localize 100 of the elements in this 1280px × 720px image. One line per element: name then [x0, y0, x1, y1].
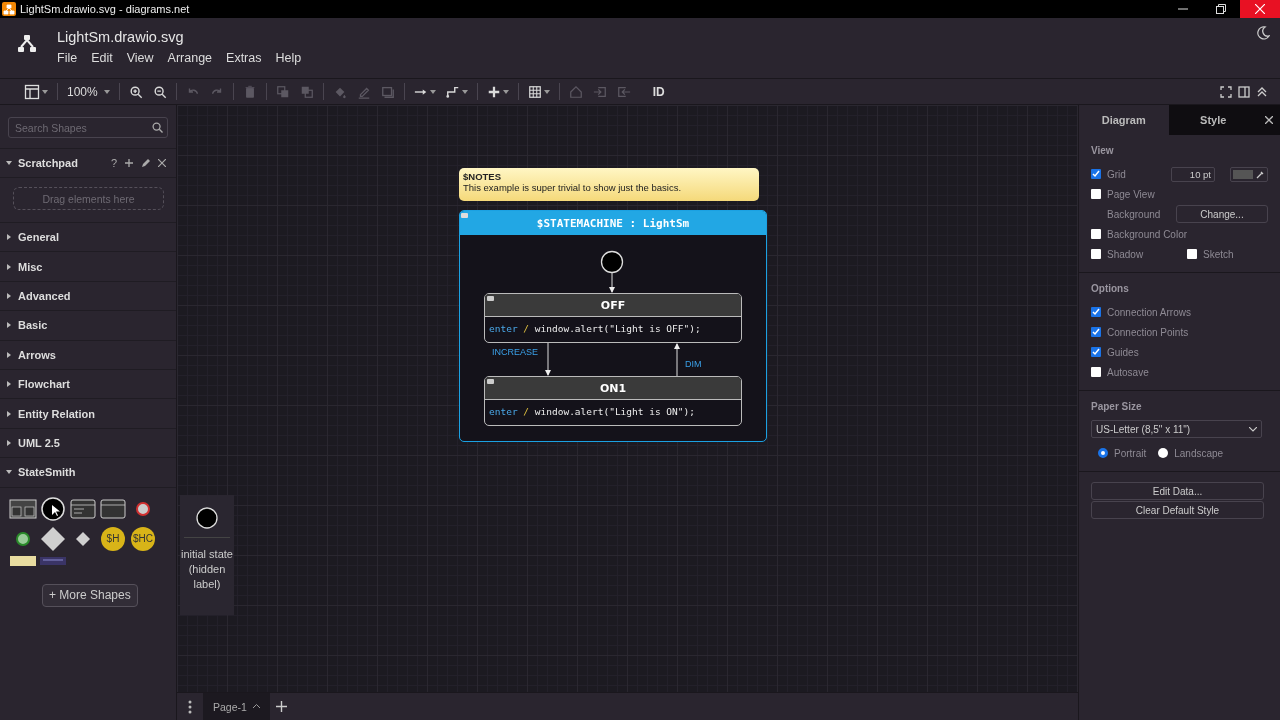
note-title: $NOTES [463, 171, 502, 182]
table-icon[interactable] [527, 84, 542, 99]
zoom-out-icon[interactable] [152, 84, 167, 99]
checkbox[interactable] [1091, 307, 1101, 317]
palette-category[interactable]: General [0, 223, 176, 253]
caret-icon[interactable] [42, 89, 48, 94]
palette-category[interactable]: Arrows [0, 340, 176, 370]
id-label[interactable]: ID [652, 84, 665, 99]
add-page-icon[interactable] [275, 701, 287, 712]
checkbox[interactable] [1091, 367, 1101, 377]
close-icon[interactable] [1265, 116, 1273, 124]
diamond-icon[interactable] [75, 530, 91, 547]
palette-category[interactable]: UML 2.5 [0, 428, 176, 459]
checkbox[interactable] [1091, 249, 1101, 259]
close-button[interactable] [1240, 0, 1280, 18]
moon-icon[interactable] [1256, 26, 1270, 40]
checkbox-label: Sketch [1203, 248, 1234, 260]
zoom-in-icon[interactable] [128, 84, 143, 99]
state-shape-icon[interactable] [9, 498, 37, 519]
checkbox-label: Autosave [1107, 366, 1149, 378]
format-panel-icon[interactable] [1238, 85, 1250, 98]
checkbox[interactable] [1091, 189, 1101, 199]
paper-size-select[interactable]: US-Letter (8,5" x 11") [1091, 420, 1262, 438]
checkbox[interactable] [1091, 229, 1101, 239]
menu-item[interactable]: Arrange [167, 51, 221, 65]
checkbox-label: Grid [1107, 168, 1126, 180]
checkbox-label: Guides [1107, 346, 1139, 358]
state-machine-title: $STATEMACHINE : LightSm [536, 216, 690, 230]
transition-arrow [609, 272, 615, 293]
grid-color-picker[interactable] [1230, 166, 1268, 182]
change-button[interactable]: Change... [1176, 205, 1268, 223]
more-vertical-icon[interactable] [188, 699, 192, 714]
plus-icon[interactable] [486, 84, 501, 99]
close-icon[interactable] [158, 159, 166, 167]
toolbar-dropdown-button[interactable] [527, 84, 550, 99]
state-icon[interactable] [100, 498, 126, 519]
scratchpad-header[interactable]: Scratchpad [0, 148, 84, 178]
panel-tab[interactable]: Style [1168, 105, 1258, 135]
palette-category[interactable]: Flowchart [0, 369, 176, 400]
code-state-icon[interactable] [70, 498, 96, 519]
palette-category[interactable]: Entity Relation [0, 399, 176, 429]
menu-item[interactable]: File [57, 51, 86, 65]
plus-icon[interactable] [125, 159, 133, 167]
history-shape[interactable]: $HC [131, 526, 155, 551]
eyedropper-icon[interactable] [1256, 169, 1265, 179]
app-logo-icon [18, 35, 36, 53]
caret-icon[interactable] [252, 704, 260, 709]
restore-icon[interactable] [1216, 4, 1226, 14]
zoom-dropdown[interactable]: 100% [67, 84, 110, 99]
palette-category[interactable]: StateSmith [0, 458, 176, 488]
caret-icon[interactable] [103, 89, 110, 94]
entry-point-icon[interactable] [15, 530, 31, 547]
more-shapes-button[interactable]: + More Shapes [42, 583, 138, 607]
checkbox[interactable] [1091, 169, 1101, 179]
pencil-icon[interactable] [141, 158, 150, 168]
page-tab[interactable]: Page-1 [203, 692, 270, 720]
search-field[interactable]: Search Shapes [8, 117, 168, 138]
checkbox[interactable] [1091, 327, 1101, 337]
caret-icon[interactable] [461, 89, 468, 94]
panel-button[interactable]: Edit Data... [1091, 482, 1264, 500]
radio-button[interactable] [1098, 448, 1108, 458]
field-label: Background [1107, 208, 1161, 220]
section-title: Paper Size [1091, 401, 1143, 412]
caret-icon[interactable] [502, 89, 509, 94]
transition-label: DIM [685, 359, 702, 369]
caret-icon[interactable] [543, 89, 550, 94]
grid-size-field[interactable]: 10 pt [1171, 166, 1215, 182]
state-name: OFF [600, 298, 626, 312]
fullscreen-icon[interactable] [1220, 85, 1232, 98]
search-icon[interactable] [152, 122, 163, 133]
palette-category[interactable]: Basic [0, 311, 176, 341]
menu-item[interactable]: Help [275, 51, 310, 65]
checkbox[interactable] [1091, 347, 1101, 357]
file-name[interactable]: LightSm.drawio.svg [57, 29, 1256, 45]
menu-item[interactable]: Extras [226, 51, 270, 65]
waypoint-icon[interactable] [445, 84, 460, 99]
chevron-down-icon[interactable] [1249, 426, 1257, 432]
palette-category[interactable]: Advanced [0, 281, 176, 312]
note-shape-icon[interactable] [10, 555, 36, 566]
menu-item[interactable]: View [126, 51, 162, 65]
palette-category[interactable]: Misc [0, 252, 176, 282]
exit-point-icon[interactable] [135, 500, 151, 517]
toolbar-dropdown-button[interactable] [486, 84, 509, 99]
note-text: This example is super trivial to show just the basics. [463, 182, 682, 193]
checkbox-label: Shadow [1107, 248, 1145, 260]
checkbox[interactable] [1187, 249, 1197, 259]
diamond-icon[interactable] [40, 525, 66, 552]
toolbar-dropdown-button[interactable] [445, 84, 468, 99]
history-shape[interactable]: $H [101, 526, 125, 551]
caret-icon[interactable] [429, 89, 436, 94]
help-link[interactable]: ? [110, 157, 117, 169]
collapse-icon[interactable] [1256, 85, 1268, 98]
section-title: View [1091, 145, 1115, 156]
initial-state-icon[interactable] [40, 495, 66, 522]
layout-button[interactable] [24, 83, 48, 100]
initial-state-icon [196, 507, 218, 529]
radio-label: Landscape [1174, 447, 1224, 459]
panel-button[interactable]: Clear Default Style [1091, 501, 1264, 519]
menu-item[interactable]: Edit [91, 51, 121, 65]
radio-button[interactable] [1158, 448, 1169, 458]
